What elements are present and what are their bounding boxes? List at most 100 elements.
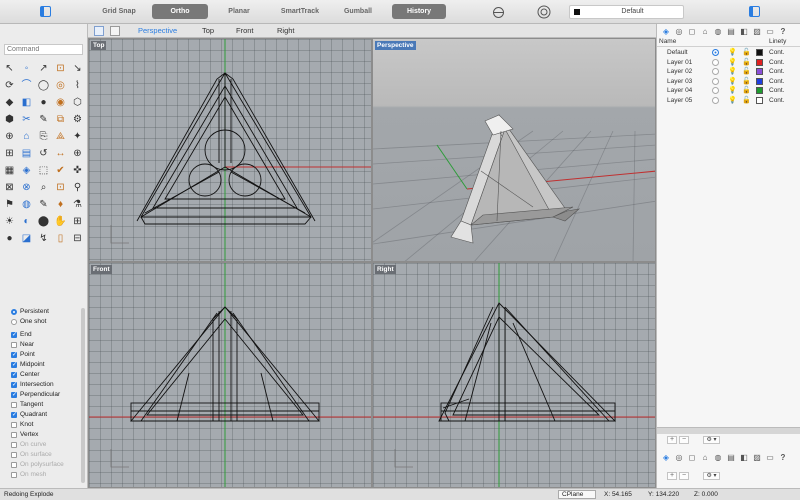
lightbulb-icon[interactable]: 💡: [728, 48, 737, 57]
layer-color-swatch[interactable]: [756, 49, 763, 56]
tool-button-icon[interactable]: ▯: [53, 231, 68, 246]
lights-icon[interactable]: ▤: [726, 453, 736, 463]
lock-icon[interactable]: 🔓: [742, 86, 751, 95]
tool-button-icon[interactable]: ↖: [2, 61, 17, 76]
viewport-right[interactable]: Right: [372, 262, 656, 488]
viewport-label-perspective[interactable]: Perspective: [375, 41, 416, 50]
name-column-header[interactable]: Name: [659, 38, 676, 45]
options-button[interactable]: ⚙ ▾: [703, 472, 720, 480]
tool-button-icon[interactable]: ↘: [70, 61, 85, 76]
four-view-layout-icon[interactable]: [94, 26, 104, 36]
layer-color-swatch[interactable]: [756, 77, 763, 85]
tool-button-icon[interactable]: ⊡: [53, 61, 68, 76]
osnap-intersection[interactable]: Intersection: [0, 380, 88, 390]
tool-button-icon[interactable]: ◉: [53, 95, 68, 110]
viewport-label-top[interactable]: Top: [91, 41, 107, 50]
help-icon[interactable]: ?: [778, 27, 788, 37]
layer-row[interactable]: Layer 05 💡 🔓 Cont.: [657, 96, 800, 105]
remove-button[interactable]: −: [679, 472, 689, 480]
layer-linetype[interactable]: Cont.: [769, 77, 785, 86]
tab-perspective[interactable]: Perspective: [138, 26, 177, 35]
current-layer-radio[interactable]: [712, 96, 719, 104]
tool-button-icon[interactable]: ◐: [19, 214, 34, 229]
viewport-top[interactable]: Top: [88, 38, 372, 262]
tool-button-icon[interactable]: ↯: [36, 231, 51, 246]
lightbulb-icon[interactable]: 💡: [728, 67, 737, 76]
current-layer-radio[interactable]: [712, 87, 719, 94]
tool-button-icon[interactable]: ⌒: [19, 78, 34, 93]
tab-front[interactable]: Front: [236, 26, 254, 35]
tool-button-icon[interactable]: ◧: [19, 95, 34, 110]
tool-button-icon[interactable]: ⬡: [70, 95, 85, 110]
tool-button-icon[interactable]: ◎: [53, 78, 68, 93]
tool-button-icon[interactable]: ◯: [36, 78, 51, 93]
render-icon[interactable]: ◍: [713, 453, 723, 463]
remove-layer-button[interactable]: −: [679, 436, 689, 444]
tool-button-icon[interactable]: ✎: [36, 112, 51, 127]
tool-button-icon[interactable]: ↺: [36, 146, 51, 161]
tool-button-icon[interactable]: ⊠: [2, 180, 17, 195]
layer-color-swatch[interactable]: [756, 96, 763, 104]
layer-row[interactable]: Layer 02 💡 🔓 Cont.: [657, 67, 800, 76]
lock-icon[interactable]: 🔓: [742, 48, 751, 57]
layers-icon[interactable]: ◈: [661, 27, 671, 37]
current-layer-radio[interactable]: [712, 49, 719, 56]
lock-icon[interactable]: 🔓: [742, 67, 751, 76]
osnap-one-shot[interactable]: One shot: [0, 317, 88, 327]
gumball-toggle[interactable]: Gumball: [336, 4, 380, 19]
tool-button-icon[interactable]: ⟳: [2, 78, 17, 93]
add-layer-button[interactable]: +: [667, 436, 677, 444]
lightbulb-icon[interactable]: 💡: [728, 77, 737, 86]
tool-button-icon[interactable]: ●: [2, 231, 17, 246]
viewport-label-right[interactable]: Right: [375, 265, 396, 274]
lightbulb-icon[interactable]: 💡: [728, 58, 737, 67]
layer-linetype[interactable]: Cont.: [769, 48, 785, 57]
osnap-point[interactable]: Point: [0, 350, 88, 360]
lightbulb-icon[interactable]: 💡: [728, 86, 737, 95]
layer-linetype[interactable]: Cont.: [769, 96, 785, 105]
lock-icon[interactable]: 🔓: [742, 58, 751, 67]
tool-button-icon[interactable]: ✎: [36, 197, 51, 212]
lightbulb-icon[interactable]: 💡: [728, 96, 737, 105]
tool-button-icon[interactable]: ⚙: [70, 112, 85, 127]
tool-button-icon[interactable]: ↗: [36, 61, 51, 76]
tool-button-icon[interactable]: ⚲: [70, 180, 85, 195]
current-layer-radio[interactable]: [712, 68, 719, 75]
add-button[interactable]: +: [667, 472, 677, 480]
texture-icon[interactable]: ▨: [752, 453, 762, 463]
layer-row[interactable]: Layer 04 💡 🔓 Cont.: [657, 86, 800, 95]
lights-icon[interactable]: ▤: [726, 27, 736, 37]
toggle-right-panel-icon[interactable]: [749, 6, 760, 17]
panel-divider[interactable]: [657, 427, 800, 434]
osnap-knot[interactable]: Knot: [0, 420, 88, 430]
layer-row[interactable]: Default 💡 🔓 Cont.: [657, 48, 800, 57]
tool-button-icon[interactable]: ⬢: [2, 112, 17, 127]
layer-color-swatch[interactable]: [756, 58, 763, 66]
properties-icon[interactable]: ◎: [674, 453, 684, 463]
osnap-scrollbar[interactable]: [81, 308, 85, 483]
cplane-selector[interactable]: CPlane: [558, 490, 596, 499]
tool-button-icon[interactable]: ⬤: [36, 214, 51, 229]
tool-button-icon[interactable]: ⌂: [19, 129, 34, 144]
texture-icon[interactable]: ▨: [752, 27, 762, 37]
command-input[interactable]: [4, 44, 83, 55]
materials-icon[interactable]: ◧: [739, 453, 749, 463]
tool-button-icon[interactable]: ✂: [19, 112, 34, 127]
tab-top[interactable]: Top: [202, 26, 214, 35]
planar-toggle[interactable]: Planar: [218, 4, 260, 19]
single-view-layout-icon[interactable]: [110, 26, 120, 36]
help-icon[interactable]: ?: [778, 453, 788, 463]
ortho-toggle[interactable]: Ortho: [152, 4, 208, 19]
lock-icon[interactable]: 🔓: [742, 96, 751, 105]
viewport-perspective[interactable]: Perspective: [372, 38, 656, 262]
tool-button-icon[interactable]: ◈: [19, 163, 34, 178]
tool-button-icon[interactable]: ⚗: [70, 197, 85, 212]
tool-button-icon[interactable]: ⊗: [19, 180, 34, 195]
monitor-icon[interactable]: ▭: [765, 453, 775, 463]
tool-button-icon[interactable]: ✦: [70, 129, 85, 144]
tool-button-icon[interactable]: ⚑: [2, 197, 17, 212]
filter-snap-icon[interactable]: [537, 5, 551, 19]
osnap-quadrant[interactable]: Quadrant: [0, 410, 88, 420]
lock-icon[interactable]: 🔓: [742, 77, 751, 86]
tool-button-icon[interactable]: ⊕: [70, 146, 85, 161]
